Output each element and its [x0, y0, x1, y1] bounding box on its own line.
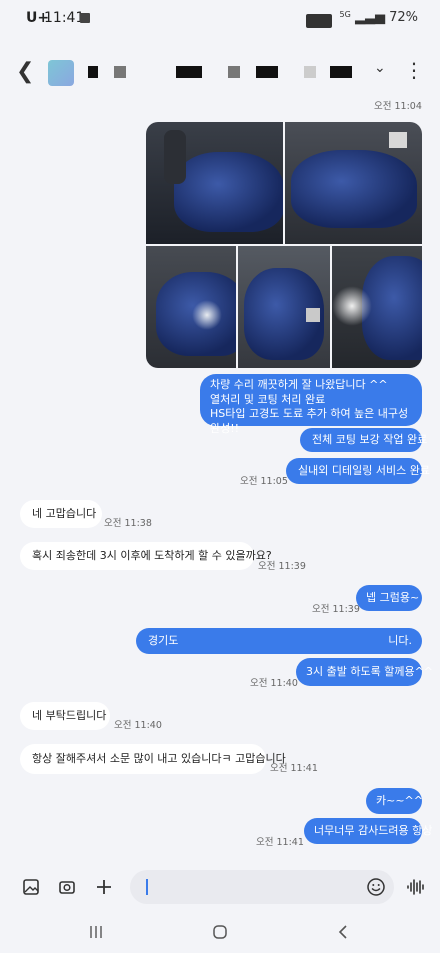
redacted-name	[114, 66, 126, 78]
status-time: 11:41	[44, 10, 85, 26]
incoming-message[interactable]: 혹시 죄송한데 3시 이후에 도착하게 할 수 있을까요?	[20, 542, 272, 570]
redacted-name	[88, 66, 98, 78]
emoji-icon[interactable]	[366, 877, 386, 897]
message-text: 전체 코팅 보강 작업 완료	[312, 433, 428, 446]
outgoing-message[interactable]: 3시 출발 하도록 할께용^^	[296, 658, 433, 686]
outgoing-message[interactable]: 넵 그럼용~	[356, 585, 422, 611]
message-time: 오전 11:05	[240, 476, 288, 487]
outgoing-message[interactable]: 전체 코팅 보강 작업 완료	[300, 428, 427, 452]
message-text: 실내외 디테일링 서비스 완료	[298, 464, 430, 477]
composer-bar	[0, 866, 440, 912]
message-text: 혹시 죄송한데 3시 이후에 도착하게 할 수 있을까요?	[32, 549, 272, 562]
status-icons: 5G ▂▃▅ 72%	[340, 10, 418, 25]
incoming-message[interactable]: 네 부탁드립니다	[20, 702, 110, 730]
conversation-header: ❮ ⌄ ⋮	[0, 54, 440, 94]
gallery-notification-icon	[80, 13, 90, 23]
message-time: 오전 11:38	[104, 518, 152, 529]
photo-thumbnail[interactable]	[332, 246, 422, 368]
outgoing-message[interactable]: 너무너무 감사드려용 항상	[304, 818, 432, 844]
message-text: 너무너무 감사드려용 항상	[314, 824, 433, 837]
message-text: 항상 잘해주셔서 소문 많이 내고 있습니다ㅋ 고맙습니다	[32, 752, 286, 765]
message-text: 3시 출발 하도록 할께용^^	[306, 665, 434, 678]
battery-level: 72%	[389, 10, 418, 25]
redacted-name	[256, 66, 278, 78]
message-text: 네 부탁드립니다	[32, 709, 107, 722]
message-time: 오전 11:04	[374, 101, 422, 112]
outgoing-message[interactable]: 실내외 디테일링 서비스 완료	[286, 458, 430, 484]
photo-thumbnail[interactable]	[238, 246, 330, 368]
redacted-name	[330, 66, 352, 78]
message-time: 오전 11:39	[258, 561, 306, 572]
message-text: 카~~^^	[376, 794, 423, 807]
avatar[interactable]	[48, 60, 74, 86]
redacted-block	[306, 14, 332, 28]
more-vertical-icon[interactable]: ⋮	[404, 58, 424, 82]
photo-thumbnail[interactable]	[146, 246, 236, 368]
system-nav-bar	[0, 912, 440, 953]
incoming-message[interactable]: 네 고맙습니다	[20, 500, 102, 528]
home-icon[interactable]	[212, 924, 228, 940]
message-text: 네 고맙습니다	[32, 507, 97, 520]
back-nav-icon[interactable]	[336, 924, 350, 940]
message-text: 경기도	[148, 634, 179, 647]
redacted-name	[228, 66, 240, 78]
message-text: 니다.	[388, 634, 412, 647]
outgoing-message[interactable]: 차량 수리 깨끗하게 잘 나왔답니다 ^^ 열처리 및 코팅 처리 완료 HS타…	[200, 374, 422, 435]
message-time: 오전 11:41	[270, 763, 318, 774]
redacted-name	[304, 66, 316, 78]
outgoing-message[interactable]: 카~~^^	[366, 788, 423, 814]
camera-icon[interactable]	[58, 878, 76, 896]
message-time: 오전 11:41	[256, 837, 304, 848]
text-cursor	[146, 879, 148, 895]
status-bar: U+ 11:41 5G ▂▃▅ 72%	[0, 0, 440, 40]
message-time: 오전 11:40	[114, 720, 162, 731]
chevron-down-icon[interactable]: ⌄	[374, 60, 386, 76]
message-time: 오전 11:40	[250, 678, 298, 689]
photo-thumbnail[interactable]	[285, 122, 422, 244]
recent-apps-icon[interactable]	[88, 924, 104, 940]
message-text: 차량 수리 깨끗하게 잘 나왔답니다 ^^ 열처리 및 코팅 처리 완료 HS타…	[210, 378, 409, 435]
message-time: 오전 11:39	[312, 604, 360, 615]
outgoing-message[interactable]: 경기도 니다.	[136, 628, 422, 654]
redacted-name	[176, 66, 202, 78]
voice-icon[interactable]	[406, 878, 426, 896]
chevron-left-icon[interactable]: ❮	[16, 61, 34, 83]
message-text: 넵 그럼용~	[366, 591, 420, 604]
photo-attachment[interactable]	[146, 122, 422, 368]
signal-icon: ▂▃▅	[354, 10, 385, 25]
photo-thumbnail[interactable]	[146, 122, 283, 244]
message-input[interactable]	[130, 870, 394, 904]
network-icon: 5G	[339, 10, 351, 19]
incoming-message[interactable]: 항상 잘해주셔서 소문 많이 내고 있습니다ㅋ 고맙습니다	[20, 744, 286, 774]
image-icon[interactable]	[22, 878, 40, 896]
plus-icon[interactable]	[94, 877, 114, 897]
